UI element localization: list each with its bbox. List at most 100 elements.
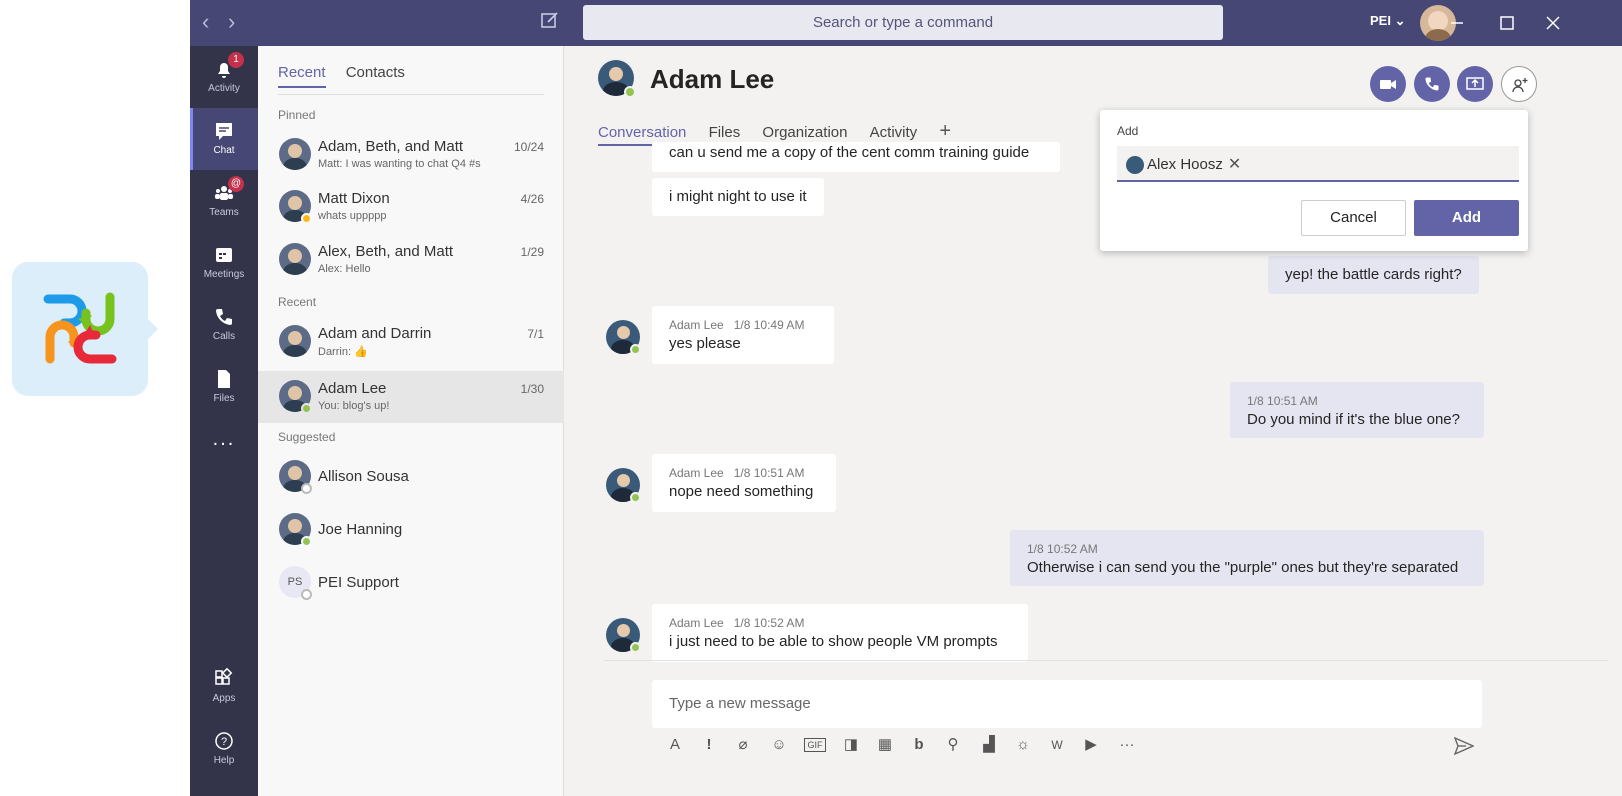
close-icon[interactable]	[1542, 12, 1564, 34]
chat-list-item[interactable]: Alex, Beth, and Matt Alex: Hello 1/29	[258, 234, 564, 286]
rail-item-more[interactable]: ...	[190, 418, 258, 480]
app-rail: 1 Activity Chat @ Teams Meetings Calls F…	[190, 46, 258, 796]
chat-list-item[interactable]: Matt Dixon whats uppppp 4/26	[258, 181, 564, 233]
contact-name: Allison Sousa	[318, 468, 409, 485]
rail-item-teams[interactable]: @ Teams	[190, 170, 258, 232]
org-switcher[interactable]: PEI ⌄	[1370, 13, 1405, 29]
suggested-contact[interactable]: Allison Sousa	[258, 451, 564, 503]
rail-label: Meetings	[203, 269, 245, 280]
chat-name: Adam and Darrin	[318, 325, 432, 342]
add-people-button[interactable]	[1501, 66, 1537, 102]
location-icon[interactable]: ⚲	[942, 734, 964, 756]
message-meta: Adam Lee 1/8 10:51 AM	[669, 466, 819, 480]
rail-item-help[interactable]: ? Help	[190, 718, 258, 780]
message-time: 1/8 10:51 AM	[1247, 394, 1318, 408]
compose-input[interactable]: Type a new message	[652, 680, 1482, 728]
status-online-icon	[301, 536, 312, 547]
section-recent: Recent	[278, 295, 317, 309]
rail-item-activity[interactable]: 1 Activity	[190, 46, 258, 108]
attach-icon[interactable]: ⌀	[732, 734, 754, 756]
chat-list-item[interactable]: Adam, Beth, and Matt Matt: I was wanting…	[258, 129, 564, 181]
avatar	[1126, 156, 1144, 175]
video-call-button[interactable]	[1370, 66, 1406, 102]
weather-icon[interactable]: ☼	[1012, 734, 1034, 756]
phone-icon	[216, 309, 232, 325]
tab-activity[interactable]: Activity	[870, 124, 918, 144]
file-icon	[218, 370, 230, 388]
activity-badge: 1	[228, 52, 244, 68]
compose-icon[interactable]	[540, 10, 560, 35]
svg-text:?: ?	[221, 736, 227, 748]
gif-icon[interactable]: GIF	[804, 738, 826, 752]
tab-recent[interactable]: Recent	[278, 64, 326, 88]
app-logo-icon	[43, 292, 117, 364]
chat-date: 7/1	[527, 327, 544, 341]
remove-chip-icon[interactable]: ✕	[1228, 156, 1241, 173]
bing-icon[interactable]: b	[908, 734, 930, 756]
chat-name: Matt Dixon	[318, 190, 390, 207]
chat-name: Alex, Beth, and Matt	[318, 243, 454, 260]
rail-label: Calls	[212, 331, 236, 342]
chat-list-item[interactable]: Adam and Darrin Darrin: 👍 7/1	[258, 316, 564, 368]
rail-label: Apps	[212, 693, 236, 704]
add-people-input[interactable]: Alex Hoosz ✕	[1117, 146, 1519, 182]
message-bubble: Adam Lee 1/8 10:49 AM yes please	[652, 306, 834, 364]
message-time: 1/8 10:51 AM	[733, 466, 805, 480]
send-icon[interactable]	[1454, 737, 1474, 755]
message-bubble-own: yep! the battle cards right?	[1268, 256, 1479, 294]
conversation-title: Adam Lee	[650, 64, 775, 94]
chat-name: Adam Lee	[318, 380, 387, 397]
important-icon[interactable]: !	[698, 734, 720, 756]
section-pinned: Pinned	[278, 108, 316, 122]
emoji-icon[interactable]: ☺	[768, 734, 790, 756]
chat-list-panel: Recent Contacts Pinned Adam, Beth, and M…	[258, 46, 564, 796]
chat-list-item-selected[interactable]: Adam Lee You: blog's up! 1/30	[258, 371, 564, 423]
rail-item-files[interactable]: Files	[190, 356, 258, 418]
more-icon[interactable]: ···	[1116, 734, 1138, 756]
rail-item-apps[interactable]: Apps	[190, 656, 258, 718]
chart-icon[interactable]: ▟	[978, 734, 1000, 756]
meeting-icon[interactable]: ▦	[874, 734, 896, 756]
forward-arrow-icon[interactable]: ›	[228, 10, 235, 34]
status-online-icon	[624, 86, 636, 98]
teams-mention-badge: @	[228, 176, 244, 192]
add-button[interactable]: Add	[1414, 200, 1519, 236]
status-away-icon	[301, 213, 312, 224]
tab-contacts[interactable]: Contacts	[346, 64, 405, 86]
chat-date: 1/29	[520, 245, 544, 259]
message-text: Otherwise i can send you the "purple" on…	[1027, 559, 1459, 576]
sticker-icon[interactable]: ◨	[840, 734, 862, 756]
message-text: yes please	[669, 335, 741, 352]
rail-item-meetings[interactable]: Meetings	[190, 232, 258, 294]
suggested-contact[interactable]: Joe Hanning	[258, 504, 564, 556]
person-chip[interactable]: Alex Hoosz ✕	[1126, 154, 1241, 175]
contact-name: Joe Hanning	[318, 521, 403, 538]
share-screen-icon	[1466, 77, 1484, 90]
suggested-contact[interactable]: PS PEI Support	[258, 557, 564, 609]
share-screen-button[interactable]	[1457, 66, 1493, 102]
back-arrow-icon[interactable]: ‹	[202, 10, 209, 34]
maximize-icon[interactable]	[1496, 12, 1518, 34]
wikipedia-icon[interactable]: W	[1046, 734, 1068, 756]
audio-call-button[interactable]	[1414, 66, 1450, 102]
status-offline-icon	[301, 483, 312, 494]
add-people-icon	[1512, 78, 1528, 93]
sender-name: Adam Lee	[669, 466, 724, 480]
chat-date: 4/26	[520, 192, 544, 206]
chat-icon	[216, 123, 232, 140]
format-icon[interactable]: A	[664, 734, 686, 756]
message-bubble: Adam Lee 1/8 10:52 AM i just need to be …	[652, 604, 1028, 662]
tab-files[interactable]: Files	[709, 124, 741, 144]
rail-label: Help	[213, 755, 235, 766]
rail-item-chat[interactable]: Chat	[190, 108, 258, 170]
rail-item-calls[interactable]: Calls	[190, 294, 258, 356]
status-online-icon	[630, 492, 641, 503]
status-online-icon	[301, 403, 312, 414]
message-bubble-own: 1/8 10:52 AM Otherwise i can send you th…	[1010, 530, 1484, 586]
cancel-button[interactable]: Cancel	[1301, 200, 1406, 236]
tab-organization[interactable]: Organization	[762, 124, 847, 144]
status-online-icon	[630, 642, 641, 653]
search-input[interactable]: Search or type a command	[583, 5, 1223, 40]
minimize-icon[interactable]	[1446, 12, 1468, 34]
youtube-icon[interactable]: ▶	[1080, 734, 1102, 756]
